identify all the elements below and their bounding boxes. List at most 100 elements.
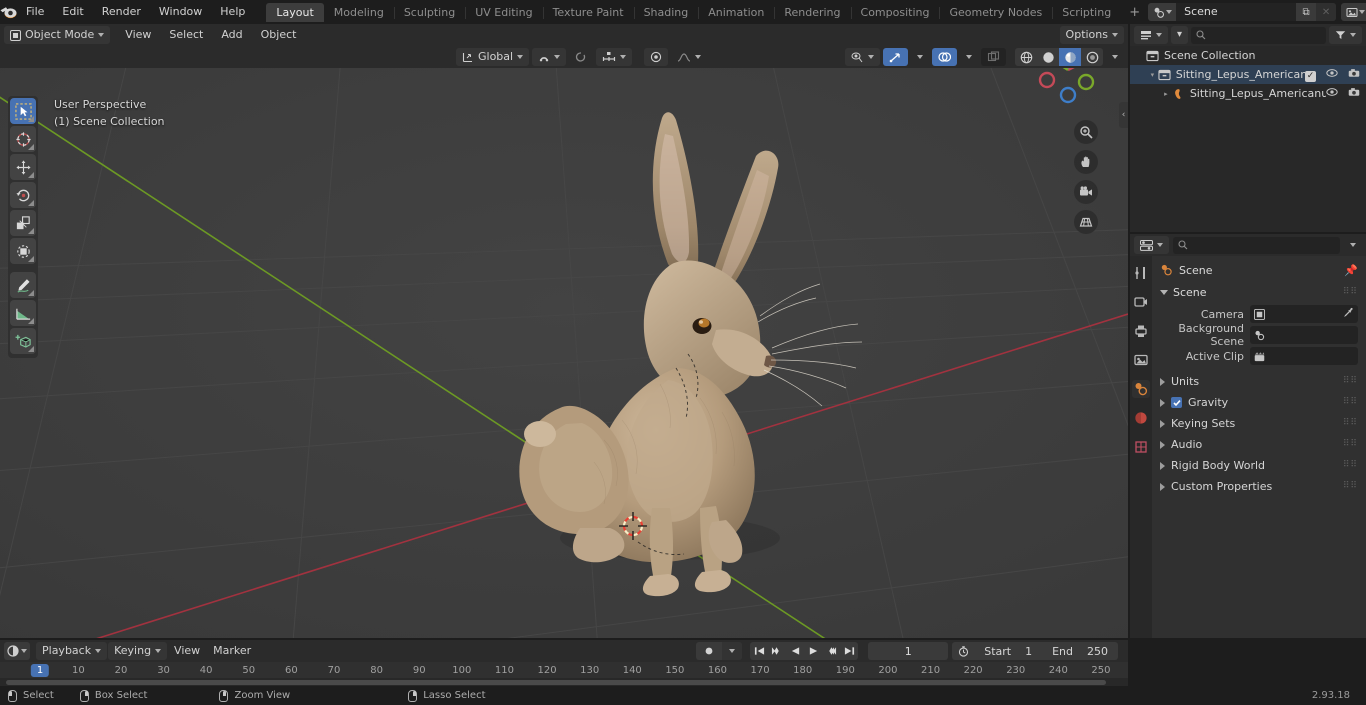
- tool-annotate[interactable]: [10, 272, 36, 298]
- properties-search-input[interactable]: [1173, 236, 1340, 254]
- topbar-menu-render[interactable]: Render: [93, 2, 150, 22]
- property-field-background-scene[interactable]: [1250, 326, 1358, 344]
- viewport-menu-add[interactable]: Add: [212, 25, 251, 45]
- viewport-menu-object[interactable]: Object: [252, 25, 306, 45]
- current-frame-field[interactable]: 1: [868, 642, 949, 660]
- properties-tab-object-data[interactable]: [1132, 438, 1150, 456]
- tool-tweak-select-box[interactable]: [10, 98, 36, 124]
- properties-tab-scene[interactable]: [1132, 380, 1150, 398]
- scene-icon[interactable]: [1148, 3, 1177, 21]
- add-workspace-button[interactable]: +: [1121, 3, 1148, 22]
- outliner-row[interactable]: ▾ Sitting_Lepus_Americanus✓: [1130, 65, 1366, 84]
- properties-tab-view-layer[interactable]: [1132, 351, 1150, 369]
- zoom-icon[interactable]: [1074, 120, 1098, 144]
- tool-rotate[interactable]: [10, 182, 36, 208]
- pan-icon[interactable]: [1074, 150, 1098, 174]
- scene-name[interactable]: Scene: [1176, 3, 1297, 21]
- viewport-sidebar-toggle[interactable]: ‹: [1119, 102, 1128, 128]
- playback-play-reverse[interactable]: [786, 642, 804, 660]
- view-layer-selector[interactable]: View Layer ⧉ ✕: [1341, 3, 1366, 21]
- playback-jump-to-start[interactable]: [750, 642, 768, 660]
- scene-panel-header[interactable]: Scene ⠿⠿: [1152, 282, 1366, 302]
- gizmo-options-dropdown[interactable]: [911, 48, 929, 66]
- viewport-canvas[interactable]: User Perspective (1) Scene Collection: [0, 68, 1128, 638]
- toggle-ortho-icon[interactable]: [1074, 210, 1098, 234]
- timeline-menu-view[interactable]: View: [168, 642, 206, 660]
- property-field-active-clip[interactable]: [1250, 347, 1358, 365]
- topbar-menu-file[interactable]: File: [17, 2, 53, 22]
- chevron-right-icon[interactable]: ▸: [1160, 90, 1172, 98]
- properties-editor[interactable]: Scene 📌 Scene ⠿⠿ Camera Background Scene A…: [1130, 234, 1366, 638]
- visibility-selector[interactable]: [845, 48, 880, 66]
- proportional-editing-toggle[interactable]: [644, 48, 669, 66]
- overlays-options-dropdown[interactable]: [960, 48, 978, 66]
- workspace-tab-texture-paint[interactable]: Texture Paint: [542, 3, 634, 22]
- outliner-checkbox[interactable]: ✓: [1305, 68, 1316, 82]
- workspace-tab-shading[interactable]: Shading: [633, 3, 699, 22]
- property-section-audio[interactable]: Audio ⠿⠿: [1152, 434, 1366, 455]
- stopwatch-icon[interactable]: [952, 642, 974, 660]
- tool-measure[interactable]: [10, 300, 36, 326]
- tool-cursor[interactable]: [10, 126, 36, 152]
- outliner-row[interactable]: Scene Collection: [1130, 46, 1366, 65]
- view-layer-icon[interactable]: [1341, 3, 1366, 21]
- tool-transform[interactable]: [10, 238, 36, 264]
- workspace-tab-rendering[interactable]: Rendering: [774, 3, 850, 22]
- workspace-tab-uv-editing[interactable]: UV Editing: [465, 3, 542, 22]
- tool-scale[interactable]: [10, 210, 36, 236]
- outliner-search-input[interactable]: [1191, 26, 1326, 44]
- property-field-camera[interactable]: [1250, 305, 1358, 323]
- options-dropdown[interactable]: Options: [1059, 26, 1124, 44]
- playback-prev-keyframe[interactable]: [768, 642, 786, 660]
- overlays-toggle[interactable]: [932, 48, 957, 66]
- workspace-tab-animation[interactable]: Animation: [698, 3, 774, 22]
- timeline-editor[interactable]: Playback Keying View Marker 1 Start 1 End: [0, 640, 1128, 686]
- workspace-tab-compositing[interactable]: Compositing: [850, 3, 940, 22]
- tool-move[interactable]: [10, 154, 36, 180]
- timeline-editor-type-button[interactable]: [4, 642, 30, 660]
- tool-add-cube[interactable]: [10, 328, 36, 354]
- property-section-units[interactable]: Units ⠿⠿: [1152, 371, 1366, 392]
- snap-target-icon[interactable]: [569, 48, 593, 66]
- property-section-gravity[interactable]: Gravity ⠿⠿: [1152, 392, 1366, 413]
- disable-in-render-icon[interactable]: [1348, 87, 1360, 100]
- hide-in-viewport-icon[interactable]: [1326, 87, 1338, 100]
- camera-view-icon[interactable]: [1074, 180, 1098, 204]
- shading-options-dropdown[interactable]: [1106, 48, 1124, 66]
- section-checkbox[interactable]: [1171, 397, 1182, 408]
- shading-mode-wireframe[interactable]: [1015, 48, 1037, 66]
- property-section-custom-properties[interactable]: Custom Properties ⠿⠿: [1152, 476, 1366, 497]
- pivot-point-selector[interactable]: [596, 48, 633, 66]
- timeline-scrollbar-thumb[interactable]: [6, 680, 1106, 685]
- workspace-tab-layout[interactable]: Layout: [266, 2, 324, 22]
- timeline-playhead[interactable]: 1: [30, 664, 50, 677]
- properties-editor-type-button[interactable]: [1134, 236, 1169, 254]
- hide-in-viewport-icon[interactable]: [1326, 68, 1338, 81]
- topbar-menu-help[interactable]: Help: [211, 2, 254, 22]
- start-frame-field[interactable]: Start 1: [974, 642, 1042, 660]
- eyedropper-icon[interactable]: [1343, 307, 1354, 321]
- playback-play[interactable]: [804, 642, 822, 660]
- scene-selector[interactable]: Scene ⧉ ✕: [1148, 3, 1337, 21]
- blender-logo-icon[interactable]: [0, 0, 17, 24]
- timeline-menu-keying[interactable]: Keying: [108, 642, 168, 660]
- workspace-tab-modeling[interactable]: Modeling: [324, 3, 394, 22]
- chevron-down-icon[interactable]: ▾: [1147, 71, 1158, 79]
- workspace-tab-sculpting[interactable]: Sculpting: [393, 3, 465, 22]
- properties-tab-render[interactable]: [1132, 293, 1150, 311]
- shading-mode-solid[interactable]: [1037, 48, 1059, 66]
- outliner-display-mode[interactable]: ▾: [1171, 26, 1189, 44]
- properties-tab-tool[interactable]: [1132, 264, 1150, 282]
- disable-in-render-icon[interactable]: [1348, 68, 1360, 81]
- outliner-row[interactable]: ▸ Sitting_Lepus_Americanu: [1130, 84, 1366, 103]
- timeline-menu-marker[interactable]: Marker: [207, 642, 257, 660]
- properties-options-dropdown[interactable]: [1344, 236, 1362, 254]
- pin-icon[interactable]: 📌: [1344, 265, 1358, 276]
- workspace-tab-geometry-nodes[interactable]: Geometry Nodes: [939, 3, 1052, 22]
- shading-mode-rendered[interactable]: [1081, 48, 1103, 66]
- shading-mode-material-preview[interactable]: [1059, 48, 1081, 66]
- xray-toggle[interactable]: [981, 48, 1006, 66]
- outliner-editor[interactable]: ▾ Scene Collection ▾ Sitting_Lepus_America…: [1130, 24, 1366, 232]
- property-section-keying-sets[interactable]: Keying Sets ⠿⠿: [1152, 413, 1366, 434]
- outliner-filter-button[interactable]: [1329, 26, 1362, 44]
